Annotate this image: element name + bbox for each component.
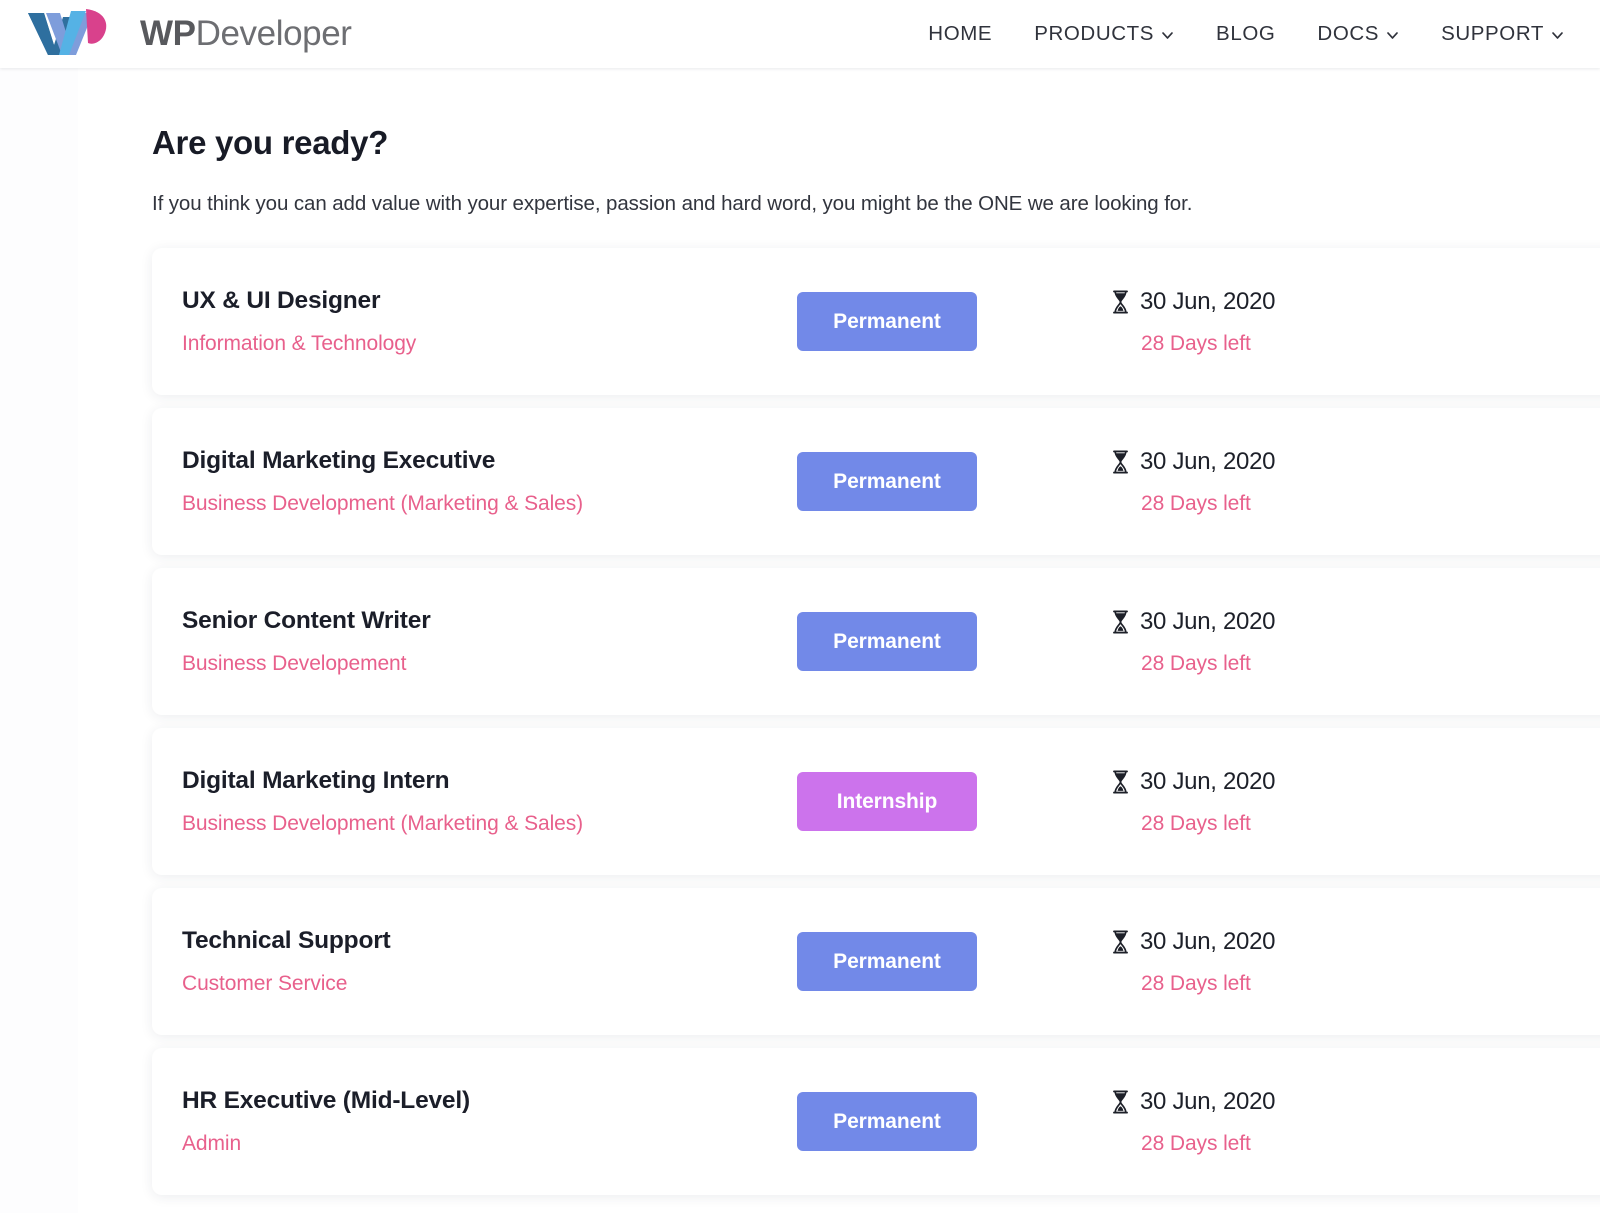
job-title: UX & UI Designer xyxy=(182,287,797,315)
job-type-badge[interactable]: Permanent xyxy=(797,292,977,351)
hourglass-icon xyxy=(1112,770,1129,794)
job-card[interactable]: Digital Marketing Intern Business Develo… xyxy=(152,728,1600,875)
brand-name-wp: WP xyxy=(140,14,196,53)
wpdeveloper-w-logo-icon xyxy=(14,5,128,63)
job-days-left: 28 Days left xyxy=(1112,332,1275,356)
chevron-down-icon xyxy=(1161,29,1174,42)
hourglass-icon xyxy=(1112,610,1129,634)
nav-item-support-label: SUPPORT xyxy=(1441,22,1544,46)
nav-item-blog-label: BLOG xyxy=(1216,22,1275,46)
job-days-left: 28 Days left xyxy=(1112,972,1275,996)
job-title: Digital Marketing Intern xyxy=(182,767,797,795)
job-deadline: 30 Jun, 2020 xyxy=(1112,608,1275,636)
job-info: Digital Marketing Intern Business Develo… xyxy=(182,767,797,836)
job-department: Information & Technology xyxy=(182,332,797,356)
job-deadline: 30 Jun, 2020 xyxy=(1112,288,1275,316)
chevron-down-icon xyxy=(1551,29,1564,42)
job-type-cell: Permanent xyxy=(797,1092,1082,1151)
brand-name: WPDeveloper xyxy=(140,14,352,54)
job-days-left: 28 Days left xyxy=(1112,492,1275,516)
job-info: Digital Marketing Executive Business Dev… xyxy=(182,447,797,516)
job-deadline: 30 Jun, 2020 xyxy=(1112,448,1275,476)
nav-item-docs-label: DOCS xyxy=(1317,22,1379,46)
careers-content-panel: Are you ready? If you think you can add … xyxy=(78,68,1600,1213)
job-type-badge[interactable]: Permanent xyxy=(797,612,977,671)
page-left-gutter xyxy=(0,68,78,1213)
job-deadline: 30 Jun, 2020 xyxy=(1112,1088,1275,1116)
job-deadline-date: 30 Jun, 2020 xyxy=(1140,288,1275,316)
nav-item-products-label: PRODUCTS xyxy=(1034,22,1154,46)
job-meta: 30 Jun, 2020 28 Days left xyxy=(1082,1088,1275,1156)
nav-item-docs[interactable]: DOCS xyxy=(1317,22,1399,46)
job-meta: 30 Jun, 2020 28 Days left xyxy=(1082,928,1275,996)
page-body: Are you ready? If you think you can add … xyxy=(0,68,1600,1213)
job-type-cell: Permanent xyxy=(797,932,1082,991)
job-title: Senior Content Writer xyxy=(182,607,797,635)
job-department: Business Developement xyxy=(182,652,797,676)
job-type-cell: Permanent xyxy=(797,292,1082,351)
chevron-down-icon xyxy=(1386,29,1399,42)
job-title: HR Executive (Mid-Level) xyxy=(182,1087,797,1115)
job-days-left: 28 Days left xyxy=(1112,812,1275,836)
hourglass-icon xyxy=(1112,450,1129,474)
brand-logo-link[interactable]: WPDeveloper xyxy=(14,5,352,63)
job-info: Senior Content Writer Business Developem… xyxy=(182,607,797,676)
job-department: Customer Service xyxy=(182,972,797,996)
job-card[interactable]: UX & UI Designer Information & Technolog… xyxy=(152,248,1600,395)
page-title: Are you ready? xyxy=(152,124,1600,162)
job-deadline: 30 Jun, 2020 xyxy=(1112,768,1275,796)
job-card[interactable]: HR Executive (Mid-Level) Admin Permanent xyxy=(152,1048,1600,1195)
job-type-cell: Internship xyxy=(797,772,1082,831)
job-type-cell: Permanent xyxy=(797,612,1082,671)
hourglass-icon xyxy=(1112,930,1129,954)
job-listings: UX & UI Designer Information & Technolog… xyxy=(152,248,1600,1195)
job-info: UX & UI Designer Information & Technolog… xyxy=(182,287,797,356)
job-meta: 30 Jun, 2020 28 Days left xyxy=(1082,768,1275,836)
job-card[interactable]: Digital Marketing Executive Business Dev… xyxy=(152,408,1600,555)
job-deadline-date: 30 Jun, 2020 xyxy=(1140,928,1275,956)
job-days-left: 28 Days left xyxy=(1112,1132,1275,1156)
job-type-badge[interactable]: Permanent xyxy=(797,932,977,991)
job-card[interactable]: Senior Content Writer Business Developem… xyxy=(152,568,1600,715)
job-meta: 30 Jun, 2020 28 Days left xyxy=(1082,288,1275,356)
nav-item-home-label: HOME xyxy=(928,22,992,46)
nav-item-products[interactable]: PRODUCTS xyxy=(1034,22,1174,46)
brand-name-developer: Developer xyxy=(196,14,352,53)
job-deadline: 30 Jun, 2020 xyxy=(1112,928,1275,956)
job-deadline-date: 30 Jun, 2020 xyxy=(1140,768,1275,796)
job-title: Digital Marketing Executive xyxy=(182,447,797,475)
job-type-badge[interactable]: Permanent xyxy=(797,1092,977,1151)
job-info: Technical Support Customer Service xyxy=(182,927,797,996)
job-department: Business Development (Marketing & Sales) xyxy=(182,812,797,836)
main-navigation: HOME PRODUCTS BLOG DOCS SUPPORT xyxy=(928,22,1572,46)
job-meta: 30 Jun, 2020 28 Days left xyxy=(1082,448,1275,516)
job-info: HR Executive (Mid-Level) Admin xyxy=(182,1087,797,1156)
nav-item-home[interactable]: HOME xyxy=(928,22,992,46)
job-title: Technical Support xyxy=(182,927,797,955)
hourglass-icon xyxy=(1112,290,1129,314)
job-deadline-date: 30 Jun, 2020 xyxy=(1140,608,1275,636)
job-card[interactable]: Technical Support Customer Service Perma… xyxy=(152,888,1600,1035)
nav-item-blog[interactable]: BLOG xyxy=(1216,22,1275,46)
job-days-left: 28 Days left xyxy=(1112,652,1275,676)
job-deadline-date: 30 Jun, 2020 xyxy=(1140,448,1275,476)
site-header: WPDeveloper HOME PRODUCTS BLOG DOCS SUPP… xyxy=(0,0,1600,68)
job-department: Business Development (Marketing & Sales) xyxy=(182,492,797,516)
job-type-badge[interactable]: Internship xyxy=(797,772,977,831)
page-lede: If you think you can add value with your… xyxy=(152,192,1600,216)
hourglass-icon xyxy=(1112,1090,1129,1114)
job-deadline-date: 30 Jun, 2020 xyxy=(1140,1088,1275,1116)
job-department: Admin xyxy=(182,1132,797,1156)
job-type-badge[interactable]: Permanent xyxy=(797,452,977,511)
job-meta: 30 Jun, 2020 28 Days left xyxy=(1082,608,1275,676)
nav-item-support[interactable]: SUPPORT xyxy=(1441,22,1564,46)
job-type-cell: Permanent xyxy=(797,452,1082,511)
